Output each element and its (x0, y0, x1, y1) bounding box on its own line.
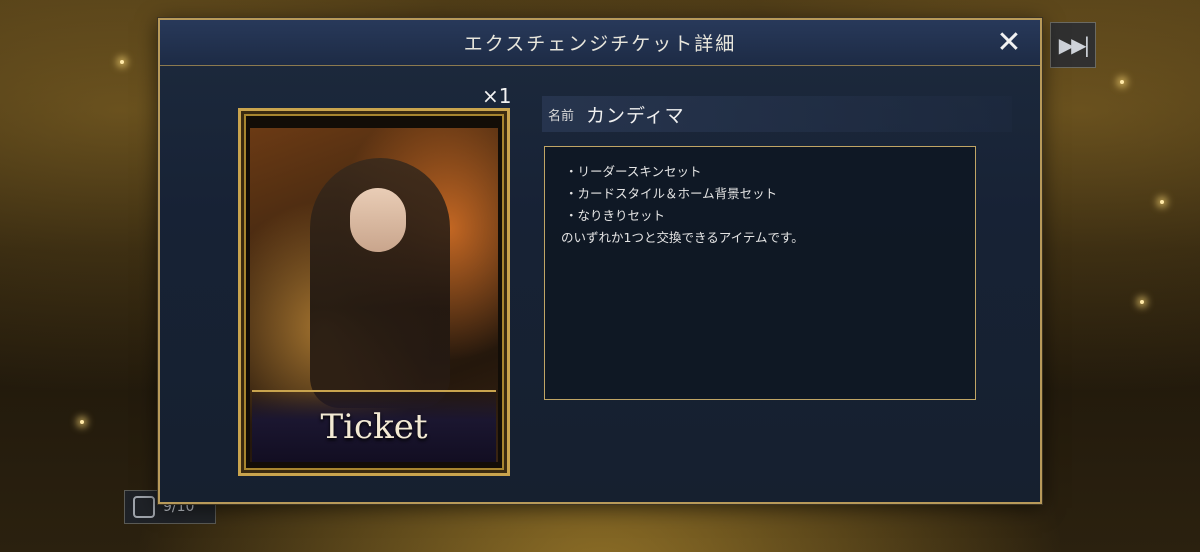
name-bar: 名前 カンディマ (542, 96, 1012, 132)
card-banner: Ticket (252, 390, 496, 462)
dialog-title: エクスチェンジチケット詳細 (463, 33, 737, 55)
description-box: ・リーダースキンセット ・カードスタイル＆ホーム背景セット ・なりきりセット の… (544, 146, 976, 400)
fast-forward-icon: ▶▶| (1058, 33, 1090, 57)
close-icon[interactable]: ✕ (994, 28, 1024, 58)
skip-button[interactable]: ▶▶| (1050, 22, 1096, 68)
description-line: ・カードスタイル＆ホーム背景セット (565, 186, 778, 201)
cards-icon (133, 496, 155, 518)
sparkle (80, 420, 84, 424)
sparkle (1140, 300, 1144, 304)
exchange-ticket-dialog: エクスチェンジチケット詳細 ✕ Ticket 名前 カンディマ ・リーダースキン… (158, 18, 1042, 504)
description-line: のいずれか1つと交換できるアイテムです。 (561, 230, 804, 245)
description-line: ・リーダースキンセット (565, 164, 702, 179)
description-line: ・なりきりセット (565, 208, 666, 223)
sparkle (1160, 200, 1164, 204)
ticket-quantity: ×1 (482, 84, 512, 108)
ticket-label: Ticket (320, 407, 428, 447)
ticket-card: Ticket (238, 108, 510, 476)
item-name: カンディマ (586, 104, 685, 127)
character-face (350, 188, 406, 252)
sparkle (1120, 80, 1124, 84)
sparkle (120, 60, 124, 64)
name-label: 名前 (548, 108, 575, 124)
dialog-header: エクスチェンジチケット詳細 ✕ (160, 20, 1040, 66)
